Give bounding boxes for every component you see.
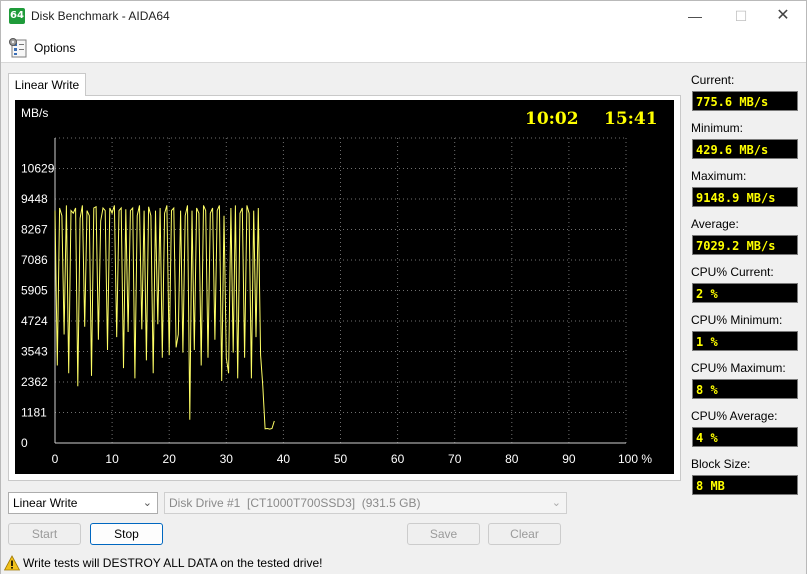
x-tick-label: 0 xyxy=(52,452,59,466)
stat-value: 7029.2 MB/s xyxy=(692,235,798,255)
y-tick-label: 0 xyxy=(21,436,28,450)
y-tick-label: 2362 xyxy=(21,375,48,389)
x-tick-label: 20 xyxy=(163,452,177,466)
drive-value: Disk Drive #1 [CT1000T700SSD3] (931.5 GB… xyxy=(169,496,421,510)
x-tick-label: 50 xyxy=(334,452,348,466)
aida64-app-icon: 64 xyxy=(9,8,25,24)
save-button[interactable]: Save xyxy=(407,523,480,545)
stat-label: CPU% Average: xyxy=(691,409,778,423)
x-tick-label: 100 % xyxy=(618,452,652,466)
stat-value: 775.6 MB/s xyxy=(692,91,798,111)
stat-value: 4 % xyxy=(692,427,798,447)
stop-button[interactable]: Stop xyxy=(90,523,163,545)
tab-linear-write[interactable]: Linear Write xyxy=(8,73,86,96)
y-tick-label: 3543 xyxy=(21,345,48,359)
y-axis-label: MB/s xyxy=(21,106,48,120)
x-tick-label: 40 xyxy=(277,452,291,466)
options-menu[interactable]: Options xyxy=(34,41,75,55)
x-tick-label: 60 xyxy=(391,452,405,466)
x-tick-label: 70 xyxy=(448,452,462,466)
write-speed-line xyxy=(54,205,275,430)
stat-value: 8 % xyxy=(692,379,798,399)
chevron-down-icon: ⌄ xyxy=(142,497,152,509)
total-time: 15:41 xyxy=(604,109,658,129)
y-tick-label: 10629 xyxy=(21,162,55,176)
close-button[interactable]: ✕ xyxy=(760,1,806,31)
x-tick-label: 90 xyxy=(562,452,576,466)
elapsed-time: 10:02 xyxy=(525,109,579,129)
window-title: Disk Benchmark - AIDA64 xyxy=(31,9,170,23)
x-tick-label: 10 xyxy=(105,452,119,466)
throughput-chart-svg: 0 1181 2362 3543 4724 5905 7086 8267 9448 10629 MB… xyxy=(21,106,658,466)
maximize-button[interactable]: ☐ xyxy=(718,1,764,31)
chevron-down-icon: ⌄ xyxy=(551,497,561,509)
y-tick-label: 8267 xyxy=(21,223,48,237)
stat-label: Block Size: xyxy=(691,457,751,471)
stat-label: Maximum: xyxy=(691,169,747,183)
x-tick-label: 80 xyxy=(505,452,519,466)
drive-select[interactable]: Disk Drive #1 [CT1000T700SSD3] (931.5 GB… xyxy=(164,492,567,514)
stat-label: CPU% Maximum: xyxy=(691,361,786,375)
clear-button[interactable]: Clear xyxy=(488,523,561,545)
warning-message: Write tests will DESTROY ALL DATA on the… xyxy=(23,556,323,570)
x-tick-label: 30 xyxy=(220,452,234,466)
disk-benchmark-window: 64 Disk Benchmark - AIDA64 — ☐ ✕ Options… xyxy=(0,0,807,574)
menu-bar: Options xyxy=(1,31,806,63)
y-tick-label: 7086 xyxy=(21,253,48,267)
minimize-button[interactable]: — xyxy=(672,1,718,31)
title-bar: 64 Disk Benchmark - AIDA64 — ☐ ✕ xyxy=(1,1,806,31)
stat-label: CPU% Current: xyxy=(691,265,774,279)
stat-label: CPU% Minimum: xyxy=(691,313,783,327)
stat-value: 2 % xyxy=(692,283,798,303)
y-tick-label: 1181 xyxy=(21,406,47,420)
warning-icon xyxy=(4,555,20,571)
y-tick-label: 5905 xyxy=(21,284,48,298)
stat-value: 429.6 MB/s xyxy=(692,139,798,159)
stat-value: 9148.9 MB/s xyxy=(692,187,798,207)
y-tick-label: 4724 xyxy=(21,314,48,328)
y-tick-label: 9448 xyxy=(21,192,48,206)
stat-label: Average: xyxy=(691,217,739,231)
stat-label: Minimum: xyxy=(691,121,744,135)
status-bar: Write tests will DESTROY ALL DATA on the… xyxy=(1,552,806,574)
throughput-chart: 0 1181 2362 3543 4724 5905 7086 8267 9448 10629 MB… xyxy=(15,100,674,474)
options-checklist-icon[interactable] xyxy=(8,37,30,59)
stat-value: 8 MB xyxy=(692,475,798,495)
start-button[interactable]: Start xyxy=(8,523,81,545)
stat-label: Current: xyxy=(691,73,735,87)
test-type-select[interactable]: Linear Write ⌄ xyxy=(8,492,158,514)
stat-value: 1 % xyxy=(692,331,798,351)
test-type-value: Linear Write xyxy=(13,496,78,510)
